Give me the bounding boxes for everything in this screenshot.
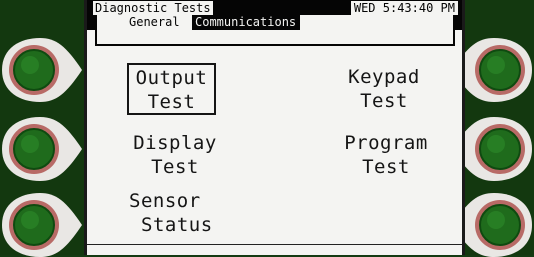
clock-display: WED 5:43:40 PM bbox=[350, 1, 458, 15]
option-label-line2: Test bbox=[147, 91, 196, 113]
option-label-line1: Sensor bbox=[129, 190, 201, 212]
round-softkey-icon bbox=[2, 193, 82, 257]
output-test-option[interactable]: Output Test bbox=[127, 63, 216, 115]
option-label-line1: Output bbox=[135, 67, 208, 89]
option-label-line2: Test bbox=[362, 156, 410, 178]
option-label-line2: Status bbox=[141, 214, 213, 236]
display-test-option[interactable]: Display Test bbox=[125, 131, 225, 179]
left-softkey-3[interactable] bbox=[0, 193, 84, 257]
footer-divider bbox=[87, 244, 462, 245]
left-softkey-1[interactable] bbox=[0, 38, 84, 102]
round-softkey-icon bbox=[2, 117, 82, 181]
tab-communications[interactable]: Communications bbox=[192, 15, 301, 30]
lcd-screen: Diagnostic Tests WED 5:43:40 PM General … bbox=[84, 0, 465, 255]
option-label-line2: Test bbox=[360, 90, 408, 112]
program-test-option[interactable]: Program Test bbox=[336, 131, 436, 179]
option-label-line2: Test bbox=[151, 156, 199, 178]
tab-general[interactable]: General bbox=[125, 15, 184, 30]
option-label-line1: Program bbox=[344, 132, 428, 154]
device-bezel: Diagnostic Tests WED 5:43:40 PM General … bbox=[0, 0, 534, 257]
tab-strip: General Communications bbox=[95, 15, 455, 46]
option-label-line1: Keypad bbox=[348, 66, 420, 88]
keypad-test-option[interactable]: Keypad Test bbox=[339, 65, 429, 113]
sensor-status-option[interactable]: Sensor Status bbox=[125, 189, 225, 237]
option-label-line1: Display bbox=[133, 132, 217, 154]
screen-title: Diagnostic Tests bbox=[93, 1, 213, 15]
left-softkey-2[interactable] bbox=[0, 117, 84, 181]
round-softkey-icon bbox=[2, 38, 82, 102]
